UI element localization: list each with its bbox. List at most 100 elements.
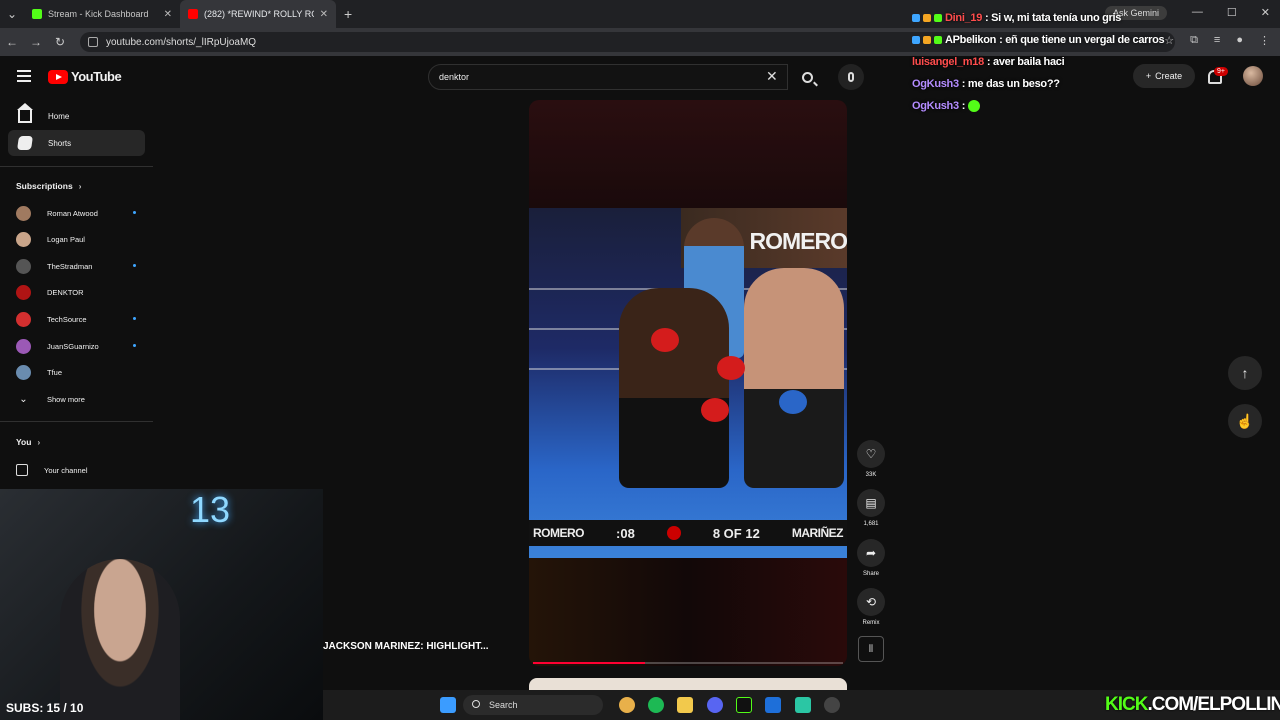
chrome-icon[interactable] (619, 697, 635, 713)
tab-title: Stream - Kick Dashboard (48, 9, 149, 19)
comment-action[interactable]: ▤ 1,681 (857, 489, 885, 527)
chat-text: : aver baila haci (986, 56, 1065, 68)
remix-button[interactable]: ⟲ (857, 588, 885, 616)
sidebar-item-your-channel[interactable]: Your channel (16, 461, 136, 479)
sidebar-item-home[interactable]: Home (8, 103, 145, 129)
close-tab-icon[interactable]: ✕ (320, 9, 328, 20)
profile-icon[interactable]: ● (1236, 34, 1243, 47)
menu-kebab-icon[interactable]: ⋮ (1259, 34, 1270, 47)
forward-icon[interactable]: → (24, 35, 48, 49)
clear-search-icon[interactable]: ✕ (766, 68, 778, 85)
chat-username[interactable]: OgKush3 (912, 78, 959, 90)
like-button[interactable]: ♡ (857, 440, 885, 468)
taskbar-search[interactable]: Search (463, 695, 603, 715)
share-action[interactable]: ➦ Share (857, 539, 885, 577)
remix-action[interactable]: ⟲ Remix (857, 588, 885, 626)
sidebar-subscription-item[interactable]: JuanSGuarnizo (16, 337, 136, 355)
audio-wave-icon: ⦀ (868, 643, 874, 655)
kick-favicon-icon (32, 9, 42, 19)
video-progress-bar[interactable] (533, 662, 843, 664)
channel-avatar (16, 311, 31, 327)
start-menu-icon[interactable] (440, 697, 456, 713)
you-heading[interactable]: You › (16, 437, 40, 447)
close-tab-icon[interactable]: ✕ (164, 9, 172, 20)
comments-button[interactable]: ▤ (857, 489, 885, 517)
hamburger-menu-icon[interactable] (17, 70, 31, 82)
chat-text: : (961, 100, 966, 112)
red-glove (701, 398, 729, 422)
sidebar-item-label: Your channel (44, 465, 88, 475)
sidebar-item-label: Shorts (48, 138, 72, 148)
tab-kick-dashboard[interactable]: Stream - Kick Dashboard ✕ (24, 0, 180, 28)
back-icon[interactable]: ← (0, 35, 24, 49)
fighter-left-name: ROMERO (533, 526, 585, 540)
chat-badge-icon (934, 14, 942, 22)
maximize-icon[interactable]: ☐ (1227, 6, 1237, 19)
voice-search-button[interactable] (838, 64, 864, 90)
sidebar-subscription-item[interactable]: TheStradman (16, 257, 136, 275)
spotify-icon[interactable] (648, 697, 664, 713)
file-explorer-icon[interactable] (677, 697, 693, 713)
share-button[interactable]: ➦ (857, 539, 885, 567)
media-queue-icon[interactable]: ≡ (1214, 34, 1220, 47)
youtube-favicon-icon (188, 9, 198, 19)
show-more-button[interactable]: ⌄ Show more (16, 390, 136, 408)
tab-youtube[interactable]: (282) *REWIND* ROLLY RO ✕ (180, 0, 336, 28)
chat-username[interactable]: OgKush3 (912, 100, 959, 112)
short-video-player[interactable]: ROMERO ROMERO :08 8 OF 12 MARIÑEZ (529, 100, 847, 666)
sidebar-item-shorts[interactable]: Shorts (8, 130, 145, 156)
subscriptions-heading[interactable]: Subscriptions › (16, 181, 81, 191)
like-count: 33K (865, 472, 877, 478)
tab-title: (282) *REWIND* ROLLY RO (204, 9, 314, 19)
chat-message: APbelikon: eñ que tiene un vergal de car… (912, 29, 1212, 51)
short-video-title[interactable]: JACKSON MARINEZ: HIGHLIGHT... (323, 641, 489, 652)
channel-name: Logan Paul (47, 235, 85, 245)
taskbar-search-label: Search (489, 700, 518, 710)
site-info-icon[interactable] (88, 37, 98, 47)
search-box[interactable] (428, 64, 788, 90)
streamer-webcam: 13 SUBS: 15 / 10 (0, 489, 323, 720)
stream-chat-overlay: Dini_19: Si w, mi tata tenía uno gris APb… (912, 7, 1212, 117)
new-tab-button[interactable]: + (336, 6, 360, 22)
kick-app-icon[interactable] (736, 697, 752, 713)
previous-short-button[interactable]: ↑ (1228, 356, 1262, 390)
sidebar-subscription-item[interactable]: DENKTOR (16, 284, 136, 302)
chat-username[interactable]: Dini_19 (945, 12, 982, 24)
streaming-app-icon[interactable] (795, 697, 811, 713)
close-window-icon[interactable]: ✕ (1261, 6, 1270, 19)
fight-score-bar: ROMERO :08 8 OF 12 MARIÑEZ (529, 520, 847, 546)
search-input[interactable] (439, 72, 759, 82)
reload-icon[interactable]: ↻ (48, 35, 72, 49)
sidebar-subscription-item[interactable]: Roman Atwood (16, 204, 136, 222)
channel-name: Tfue (47, 368, 63, 378)
red-glove (717, 356, 745, 380)
discord-icon[interactable] (707, 697, 723, 713)
video-bottom-band (529, 558, 847, 666)
sound-thumbnail[interactable]: ⦀ (858, 636, 884, 662)
tab-search-icon[interactable]: ⌄ (0, 7, 24, 21)
account-avatar[interactable] (1243, 66, 1263, 86)
chevron-down-icon: ⌄ (19, 393, 28, 405)
obs-icon[interactable] (824, 697, 840, 713)
remix-icon: ⟲ (865, 595, 877, 609)
sidebar-subscription-item[interactable]: Logan Paul (16, 231, 136, 249)
chat-username[interactable]: APbelikon (945, 34, 996, 46)
kick-watermark-url: .COM/ELPOLLIN (1147, 694, 1280, 715)
like-action[interactable]: ♡ 33K (857, 440, 885, 478)
boxing-scene: ROMERO ROMERO :08 8 OF 12 MARIÑEZ (529, 208, 847, 558)
chat-username[interactable]: luisangel_m18 (912, 56, 984, 68)
sidebar-subscription-item[interactable]: TechSource (16, 310, 136, 328)
share-label: Share (862, 571, 879, 577)
search-button[interactable] (790, 64, 824, 90)
boxer-left-figure (619, 288, 729, 488)
blue-glove (779, 390, 807, 414)
sidebar-subscription-item[interactable]: Tfue (16, 364, 136, 382)
next-short-button[interactable]: ☝ (1228, 404, 1262, 438)
chat-message: luisangel_m18: aver baila haci (912, 51, 1212, 73)
next-short-preview[interactable] (529, 678, 847, 690)
channel-avatar (16, 338, 31, 354)
editor-app-icon[interactable] (765, 697, 781, 713)
sidebar: Home Shorts Subscriptions › Roman Atwood L… (0, 100, 153, 490)
boxer-right-figure (744, 268, 844, 488)
youtube-logo[interactable]: YouTube (48, 69, 122, 84)
